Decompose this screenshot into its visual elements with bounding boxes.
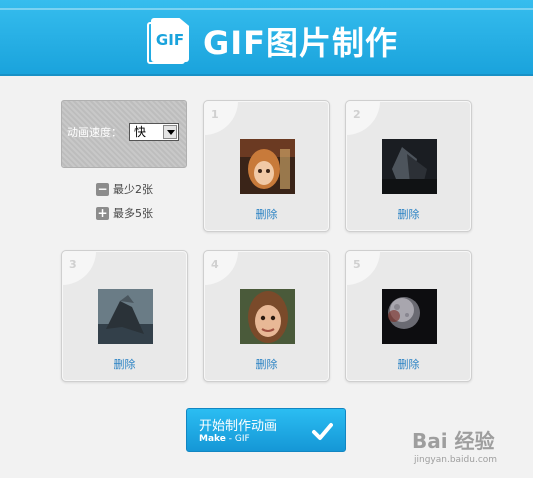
minus-icon: − — [96, 181, 109, 196]
speed-select-value: 快 — [134, 125, 147, 139]
speed-label: 动画速度： — [67, 126, 122, 139]
speed-select[interactable]: 快 — [129, 123, 179, 141]
plus-icon: + — [96, 205, 109, 220]
max-images-label: 最多5张 — [113, 207, 153, 220]
thumbnail-image — [240, 139, 295, 194]
thumbnail-image — [382, 139, 437, 194]
thumbnail-image — [382, 289, 437, 344]
delete-link[interactable]: 删除 — [204, 206, 329, 222]
slot-number: 2 — [346, 101, 380, 135]
page-title: GIF图片制作 — [203, 24, 399, 62]
min-images-label: 最少2张 — [113, 183, 153, 196]
delete-link[interactable]: 删除 — [204, 356, 329, 372]
header-banner: GIF GIF图片制作 — [0, 0, 533, 76]
max-images-note: + 最多5张 — [96, 205, 153, 221]
delete-link[interactable]: 删除 — [62, 356, 187, 372]
image-slot-4[interactable]: 4 删除 — [203, 250, 330, 382]
image-slot-5[interactable]: 5 删除 — [345, 250, 472, 382]
thumbnail-image — [98, 289, 153, 344]
gif-logo-text: GIF — [155, 31, 185, 49]
checkmark-icon — [312, 423, 333, 440]
image-slot-2[interactable]: 2 删除 — [345, 100, 472, 232]
baidu-jingyan-watermark: Bai 经验 — [412, 429, 495, 453]
slot-number: 1 — [204, 101, 238, 135]
image-slot-3[interactable]: 3 删除 — [61, 250, 188, 382]
slot-number: 5 — [346, 251, 380, 285]
delete-link[interactable]: 删除 — [346, 206, 471, 222]
slot-number: 3 — [62, 251, 96, 285]
header-highlight — [0, 8, 533, 10]
chevron-down-icon[interactable] — [163, 125, 177, 139]
make-button-label: 开始制作动画 — [199, 419, 278, 434]
thumbnail-image — [240, 289, 295, 344]
min-images-note: − 最少2张 — [96, 181, 153, 197]
image-slot-1[interactable]: 1 删除 — [203, 100, 330, 232]
watermark-url: jingyan.baidu.com — [414, 455, 498, 465]
make-button-sublabel: Make - GIF — [199, 434, 250, 444]
slot-number: 4 — [204, 251, 238, 285]
delete-link[interactable]: 删除 — [346, 356, 471, 372]
start-make-gif-button[interactable]: 开始制作动画 Make - GIF — [186, 408, 346, 452]
speed-panel: 动画速度： 快 — [61, 100, 187, 168]
gif-logo-icon: GIF — [147, 18, 191, 64]
